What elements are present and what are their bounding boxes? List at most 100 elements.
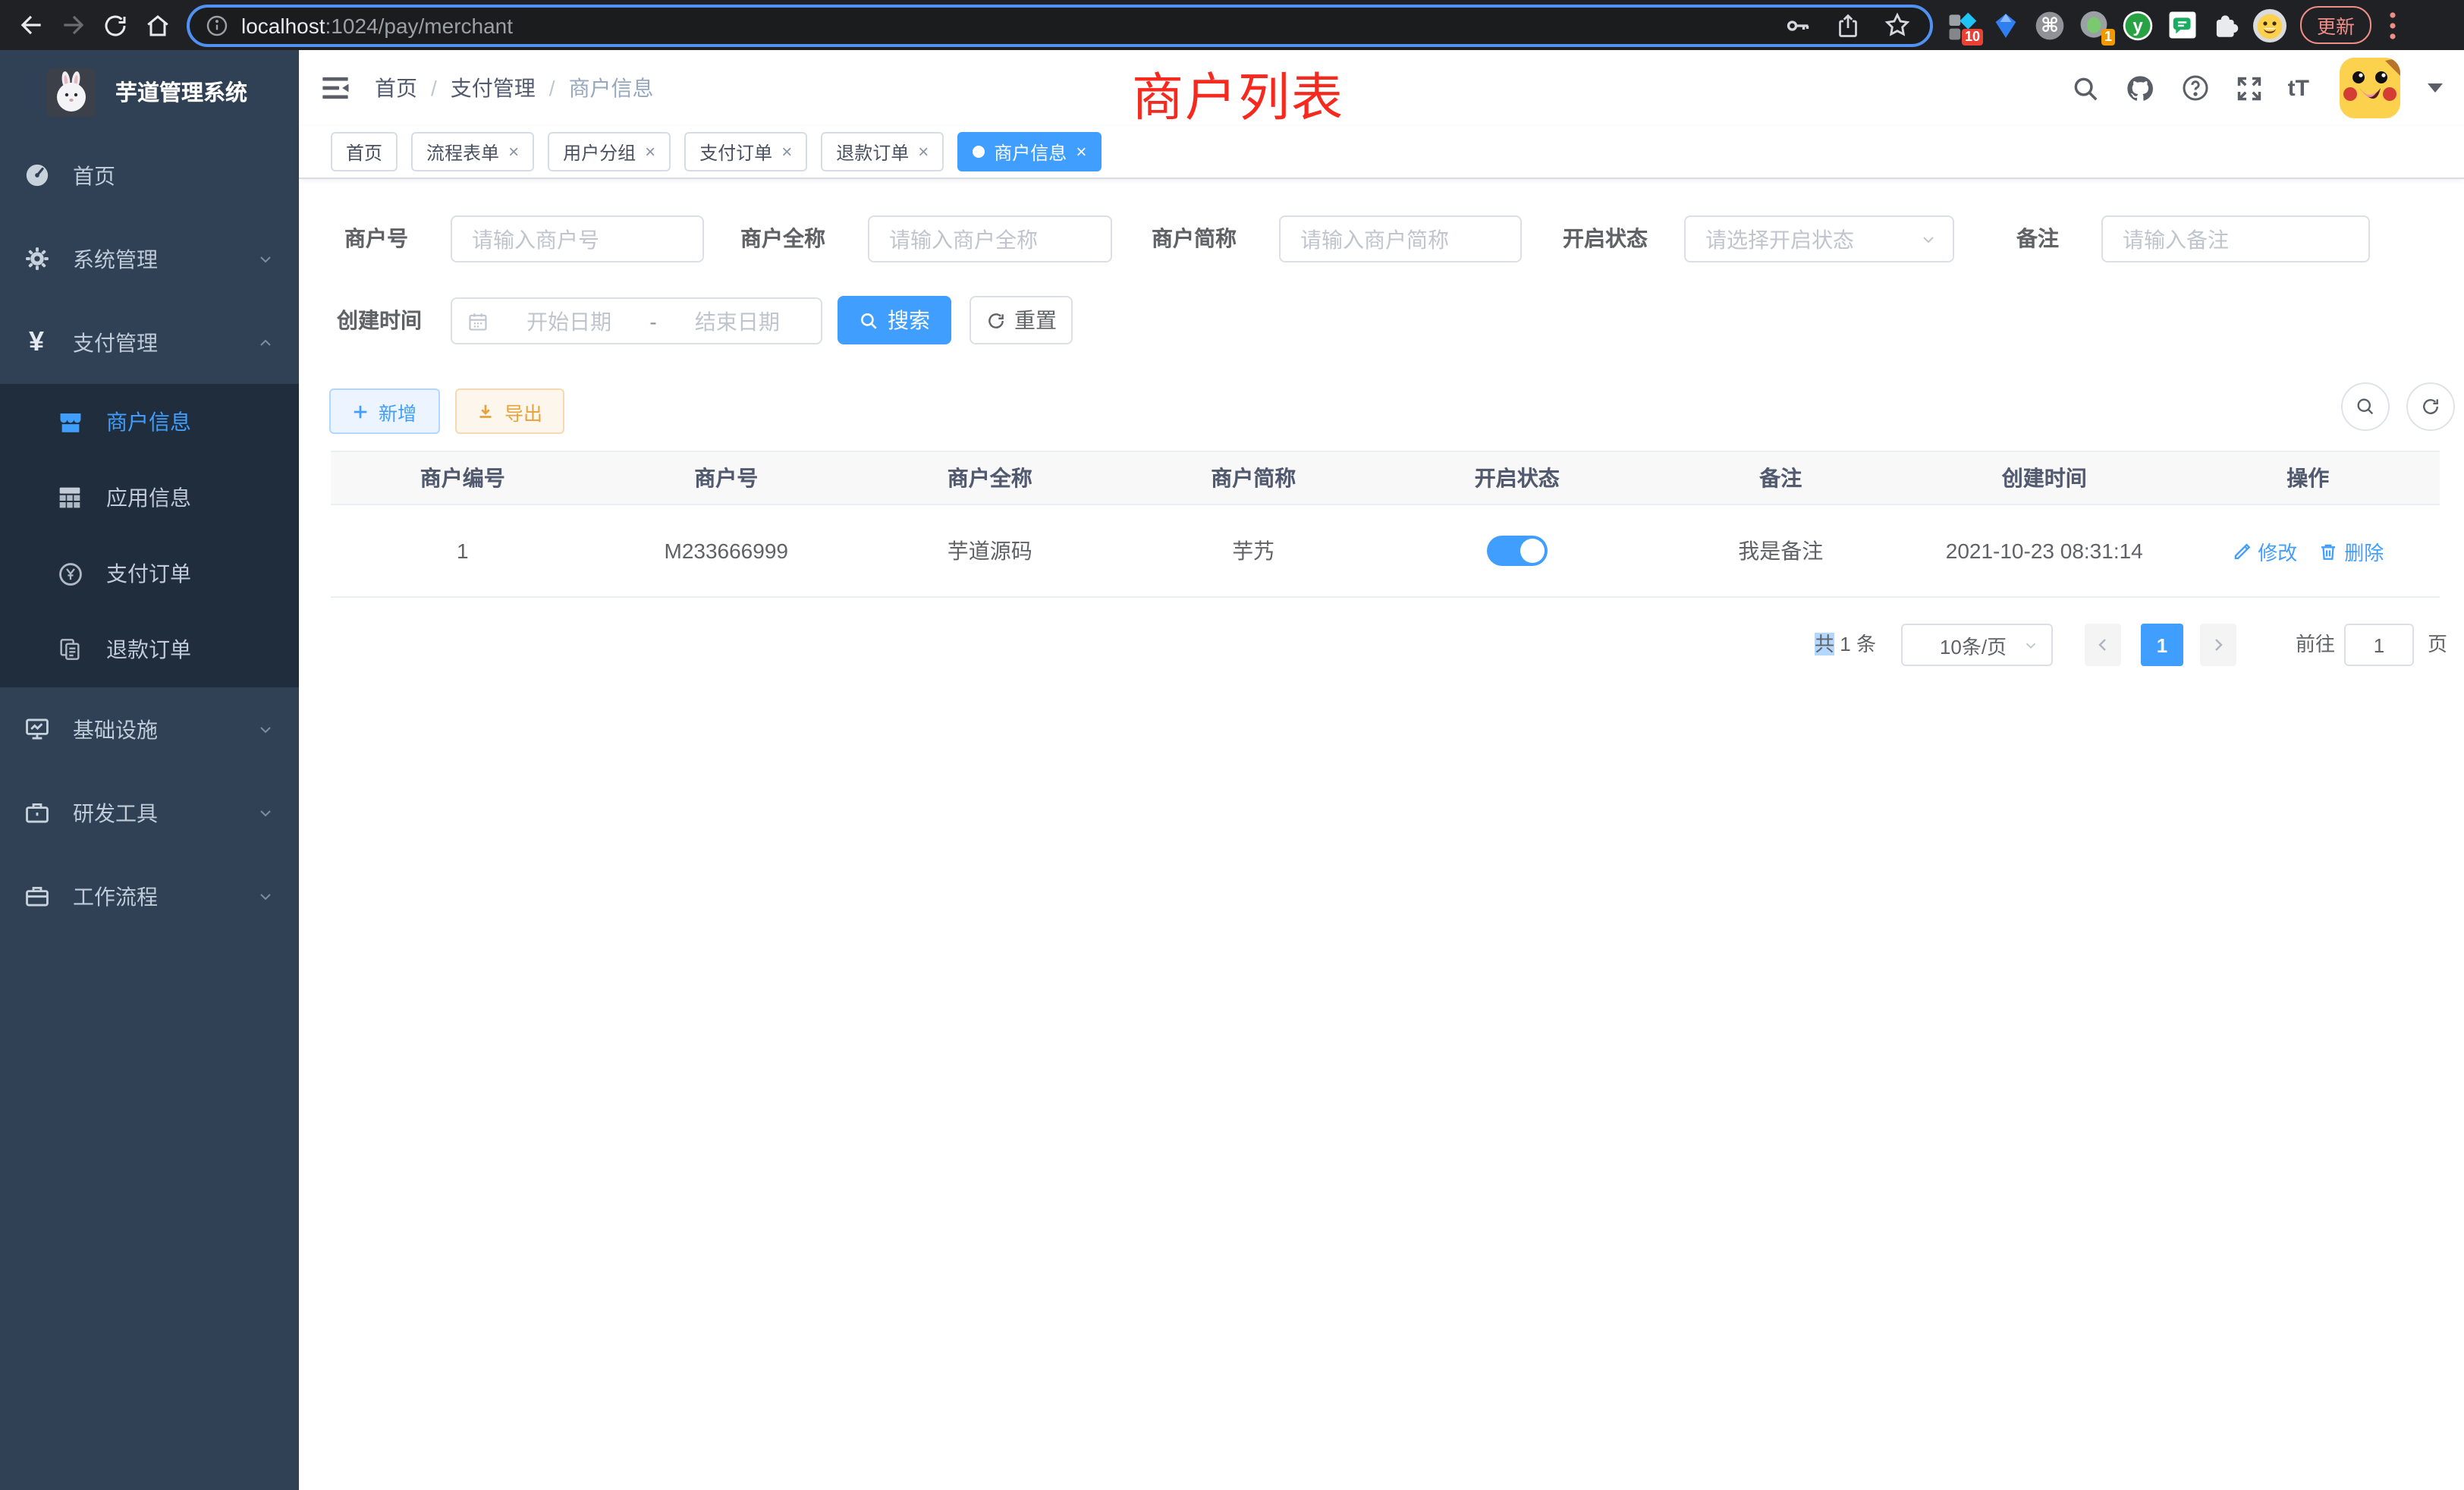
tag-home[interactable]: 首页 [331,132,398,171]
sidebar-item-label: 研发工具 [73,797,158,828]
reload-icon [102,11,129,39]
goto-label: 前往 [2296,622,2335,668]
add-button[interactable]: 新增 [329,388,440,434]
status-toggle-on[interactable] [1487,536,1548,566]
browser-home-button[interactable] [137,4,179,46]
github-button[interactable] [2124,72,2156,104]
tag-label: 首页 [346,139,382,165]
search-button-label: 搜索 [888,305,930,335]
sidebar-item-label: 首页 [73,160,115,190]
extension-pixel-blocks-icon[interactable]: 10 [1944,5,1980,45]
toolbox-icon [23,800,50,825]
tag-refund-order[interactable]: 退款订单× [821,132,944,171]
y-glyph: y [2132,14,2142,36]
tag-process-form[interactable]: 流程表单× [411,132,534,171]
merchant-no-label: 商户号 [299,215,408,262]
refresh-icon [2420,396,2441,417]
toggle-search-button[interactable] [2341,382,2390,431]
main-area: 首页 / 支付管理 / 商户信息 [299,50,2464,1490]
browser-forward-button[interactable] [52,4,94,46]
fullscreen-button[interactable] [2235,74,2264,102]
site-info-icon[interactable] [205,13,229,37]
date-start-placeholder: 开始日期 [501,306,637,336]
hamburger-button[interactable] [320,73,350,103]
sidebar-item-workflow[interactable]: 工作流程 [0,854,299,938]
total-count: 1 [1840,633,1850,655]
prev-page-button[interactable] [2085,624,2121,666]
pay-order-icon [56,561,83,586]
refresh-table-button[interactable] [2406,382,2455,431]
avatar-caret-down-icon[interactable] [2428,83,2443,93]
create-time-range-picker[interactable]: 开始日期 - 结束日期 [451,297,822,344]
cell-create-time: 2021-10-23 08:31:14 [1912,539,2176,563]
user-avatar[interactable] [2340,58,2400,118]
sidebar-item-pay-order[interactable]: 支付订单 [0,536,299,611]
chevron-down-icon [256,887,275,905]
sidebar-item-payment[interactable]: ¥ 支付管理 [0,300,299,384]
search-button[interactable]: 搜索 [838,296,951,344]
breadcrumb-home[interactable]: 首页 [375,73,417,103]
sidebar-item-app-info[interactable]: 应用信息 [0,460,299,536]
close-icon[interactable]: × [645,141,655,162]
close-icon[interactable]: × [1076,141,1086,162]
browser-reload-button[interactable] [94,4,137,46]
font-size-button[interactable]: tT [2288,75,2309,101]
col-merchant-no: 商户号 [595,463,859,493]
browser-update-button[interactable]: 更新 [2300,6,2371,44]
sidebar-item-merchant-info[interactable]: 商户信息 [0,384,299,460]
sidebar-item-dev-tools[interactable]: 研发工具 [0,771,299,854]
delete-link[interactable]: 删除 [2318,536,2384,565]
header-search-button[interactable] [2071,74,2100,102]
page-size-select[interactable]: 10条/页 [1901,624,2053,666]
sidebar-item-system[interactable]: 系统管理 [0,217,299,300]
tag-user-group[interactable]: 用户分组× [548,132,671,171]
browser-menu-button[interactable] [2381,7,2405,43]
page-number-button[interactable]: 1 [2141,624,2183,666]
export-button-label: 导出 [504,397,542,426]
sidebar-item-refund-order[interactable]: 退款订单 [0,611,299,687]
next-page-button[interactable] [2200,624,2236,666]
export-button[interactable]: 导出 [455,388,564,434]
bookmark-star-icon[interactable] [1883,11,1912,39]
date-separator: - [649,309,656,333]
breadcrumb-current: 商户信息 [569,73,654,103]
close-icon[interactable]: × [918,141,929,162]
status-select[interactable]: 请选择开启状态 [1684,215,1954,262]
breadcrumb-separator: / [431,76,437,100]
extension-y-icon[interactable]: y [2120,5,2156,45]
close-icon[interactable]: × [781,141,792,162]
sidebar-logo[interactable]: 芋道管理系统 [0,50,299,134]
goto-page-input[interactable] [2344,624,2414,666]
cell-short-name: 芋艿 [1122,536,1386,566]
tag-label: 支付订单 [699,139,772,165]
share-icon[interactable] [1834,11,1862,39]
cell-remark: 我是备注 [1649,536,1913,566]
sidebar-item-label: 系统管理 [73,244,158,274]
password-key-icon[interactable] [1783,10,1813,40]
tag-merchant-info[interactable]: 商户信息× [957,132,1102,171]
url-host: localhost [241,13,325,37]
table-header: 商户编号 商户号 商户全称 商户简称 开启状态 备注 创建时间 操作 [331,451,2440,505]
sidebar-item-infrastructure[interactable]: 基础设施 [0,687,299,771]
cell-status [1385,536,1649,566]
edit-link[interactable]: 修改 [2232,536,2297,565]
breadcrumb-section[interactable]: 支付管理 [451,73,536,103]
tags-view: 首页 流程表单× 用户分组× 支付订单 × 退款订单× 商户信息× [299,126,2464,179]
close-icon[interactable]: × [508,141,519,162]
browser-back-button[interactable] [9,4,52,46]
chevron-down-icon [256,720,275,738]
extension-chat-doc-icon[interactable] [2164,5,2200,45]
remark-input[interactable] [2101,215,2370,262]
shop-icon [56,409,83,435]
tag-pay-order[interactable]: 支付订单 × [684,132,807,171]
extension-gem-icon[interactable] [1988,5,2024,45]
refund-doc-icon [56,637,83,662]
help-button[interactable] [2180,73,2211,103]
address-bar[interactable]: localhost:1024/pay/merchant [187,4,1933,46]
sidebar-item-home[interactable]: 首页 [0,134,299,217]
reset-button[interactable]: 重置 [970,296,1073,344]
extension-command-icon[interactable]: ⌘ [2032,5,2068,45]
extension-profile-dot-icon[interactable]: 1 [2076,5,2112,45]
browser-profile-emoji-icon[interactable] [2252,5,2288,45]
extensions-puzzle-icon[interactable] [2208,5,2244,45]
